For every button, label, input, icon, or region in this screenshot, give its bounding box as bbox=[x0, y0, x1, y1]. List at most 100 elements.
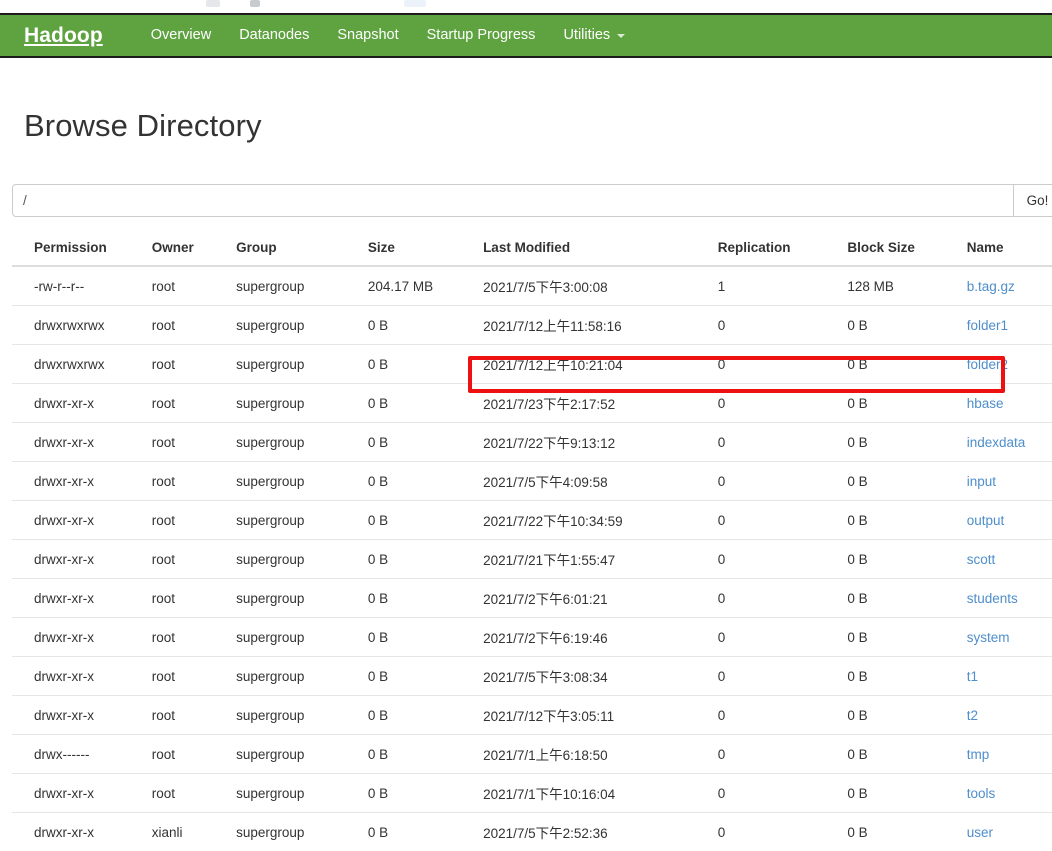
cell-name: tmp bbox=[959, 735, 1052, 774]
cell-last-modified: 2021/7/1下午10:16:04 bbox=[475, 774, 710, 813]
cell-group: supergroup bbox=[228, 345, 360, 384]
path-input[interactable] bbox=[12, 184, 1014, 217]
cell-permission: drwxr-xr-x bbox=[12, 618, 144, 657]
cell-permission: drwxr-xr-x bbox=[12, 579, 144, 618]
cell-name: output bbox=[959, 501, 1052, 540]
column-header-block-size[interactable]: Block Size bbox=[839, 232, 958, 266]
cell-replication: 0 bbox=[710, 306, 840, 345]
file-link[interactable]: folder2 bbox=[967, 357, 1008, 372]
cell-block-size: 0 B bbox=[839, 735, 958, 774]
cell-replication: 0 bbox=[710, 618, 840, 657]
cell-group: supergroup bbox=[228, 540, 360, 579]
table-row: drwxrwxrwxrootsupergroup0 B2021/7/12上午11… bbox=[12, 306, 1052, 345]
cell-size: 0 B bbox=[360, 579, 475, 618]
file-link[interactable]: indexdata bbox=[967, 435, 1026, 450]
cell-owner: root bbox=[144, 306, 228, 345]
column-header-permission[interactable]: Permission bbox=[12, 232, 144, 266]
table-row: drwxr-xr-xrootsupergroup0 B2021/7/23下午2:… bbox=[12, 384, 1052, 423]
column-header-name[interactable]: Name bbox=[959, 232, 1052, 266]
directory-listing-table: Permission Owner Group Size Last Modifie… bbox=[12, 232, 1052, 851]
browser-chrome-ghost-1 bbox=[206, 0, 220, 7]
nav-item-startup-progress[interactable]: Startup Progress bbox=[413, 28, 550, 43]
path-form: Go! bbox=[12, 184, 1052, 217]
file-link[interactable]: output bbox=[967, 513, 1005, 528]
chevron-down-icon bbox=[617, 34, 625, 38]
nav-item-utilities-label: Utilities bbox=[563, 28, 610, 43]
column-header-group[interactable]: Group bbox=[228, 232, 360, 266]
cell-name: input bbox=[959, 462, 1052, 501]
cell-block-size: 0 B bbox=[839, 618, 958, 657]
cell-replication: 0 bbox=[710, 501, 840, 540]
column-header-owner[interactable]: Owner bbox=[144, 232, 228, 266]
file-link[interactable]: scott bbox=[967, 552, 996, 567]
cell-last-modified: 2021/7/12下午3:05:11 bbox=[475, 696, 710, 735]
column-header-replication[interactable]: Replication bbox=[710, 232, 840, 266]
cell-last-modified: 2021/7/12上午11:58:16 bbox=[475, 306, 710, 345]
cell-replication: 0 bbox=[710, 813, 840, 851]
cell-group: supergroup bbox=[228, 306, 360, 345]
file-link[interactable]: hbase bbox=[967, 396, 1004, 411]
cell-size: 0 B bbox=[360, 501, 475, 540]
cell-permission: -rw-r--r-- bbox=[12, 266, 144, 306]
cell-name: indexdata bbox=[959, 423, 1052, 462]
cell-replication: 0 bbox=[710, 462, 840, 501]
cell-last-modified: 2021/7/1上午6:18:50 bbox=[475, 735, 710, 774]
cell-block-size: 0 B bbox=[839, 501, 958, 540]
nav-item-overview[interactable]: Overview bbox=[137, 28, 225, 43]
cell-name: system bbox=[959, 618, 1052, 657]
file-link[interactable]: t1 bbox=[967, 669, 978, 684]
table-head: Permission Owner Group Size Last Modifie… bbox=[12, 232, 1052, 266]
cell-block-size: 0 B bbox=[839, 657, 958, 696]
cell-last-modified: 2021/7/5下午4:09:58 bbox=[475, 462, 710, 501]
cell-permission: drwxr-xr-x bbox=[12, 384, 144, 423]
cell-block-size: 0 B bbox=[839, 696, 958, 735]
cell-name: folder1 bbox=[959, 306, 1052, 345]
cell-replication: 0 bbox=[710, 384, 840, 423]
nav-item-utilities[interactable]: Utilities bbox=[549, 28, 639, 43]
page-title: Browse Directory bbox=[0, 60, 1052, 144]
table-row: drwxr-xr-xrootsupergroup 0 B 2021/7/12下午3:… bbox=[12, 696, 1052, 735]
table-row: drwxr-xr-xxianlisupergroup0 B2021/7/5下午2… bbox=[12, 813, 1052, 851]
file-link[interactable]: system bbox=[967, 630, 1010, 645]
cell-owner: root bbox=[144, 266, 228, 306]
table-row: drwxr-xr-xrootsupergroup0 B2021/7/2下午6:0… bbox=[12, 579, 1052, 618]
file-link[interactable]: folder1 bbox=[967, 318, 1008, 333]
cell-replication: 1 bbox=[710, 266, 840, 306]
cell-size: 0 B bbox=[360, 345, 475, 384]
cell-group: supergroup bbox=[228, 735, 360, 774]
go-button[interactable]: Go! bbox=[1014, 184, 1052, 217]
cell-permission: drwxr-xr-x bbox=[12, 696, 144, 735]
cell-name: tools bbox=[959, 774, 1052, 813]
brand-hadoop[interactable]: Hadoop bbox=[24, 25, 103, 46]
column-header-size[interactable]: Size bbox=[360, 232, 475, 266]
file-link[interactable]: tmp bbox=[967, 747, 990, 762]
cell-last-modified: 2021/7/5下午3:00:08 bbox=[475, 266, 710, 306]
nav-item-snapshot[interactable]: Snapshot bbox=[323, 28, 412, 43]
cell-replication: 0 bbox=[710, 579, 840, 618]
cell-group: supergroup bbox=[228, 813, 360, 851]
file-link[interactable]: students bbox=[967, 591, 1018, 606]
cell-last-modified: 2021/7/12上午10:21:04 bbox=[475, 345, 710, 384]
cell-size: 0 B bbox=[360, 306, 475, 345]
file-link[interactable]: input bbox=[967, 474, 996, 489]
file-link[interactable]: t2 bbox=[967, 708, 978, 723]
cell-owner: root bbox=[144, 696, 228, 735]
cell-size: 0 B bbox=[360, 657, 475, 696]
cell-group: supergroup bbox=[228, 657, 360, 696]
top-navbar: Hadoop Overview Datanodes Snapshot Start… bbox=[0, 13, 1052, 58]
file-link[interactable]: b.tag.gz bbox=[967, 279, 1015, 294]
cell-permission: drwxrwxrwx bbox=[12, 306, 144, 345]
cell-last-modified: 2021/7/21下午1:55:47 bbox=[475, 540, 710, 579]
cell-last-modified: 2021/7/5下午3:08:34 bbox=[475, 657, 710, 696]
cell-replication: 0 bbox=[710, 345, 840, 384]
column-header-last-modified[interactable]: Last Modified bbox=[475, 232, 710, 266]
cell-size: 204.17 MB bbox=[360, 266, 475, 306]
cell-name: t2 bbox=[959, 696, 1052, 735]
nav-item-datanodes[interactable]: Datanodes bbox=[225, 28, 323, 43]
file-link[interactable]: tools bbox=[967, 786, 996, 801]
file-link[interactable]: user bbox=[967, 825, 993, 840]
cell-group: supergroup bbox=[228, 696, 360, 735]
cell-owner: root bbox=[144, 384, 228, 423]
table-body: -rw-r--r--rootsupergroup204.17 MB2021/7/… bbox=[12, 266, 1052, 851]
cell-permission: drwxr-xr-x bbox=[12, 813, 144, 851]
